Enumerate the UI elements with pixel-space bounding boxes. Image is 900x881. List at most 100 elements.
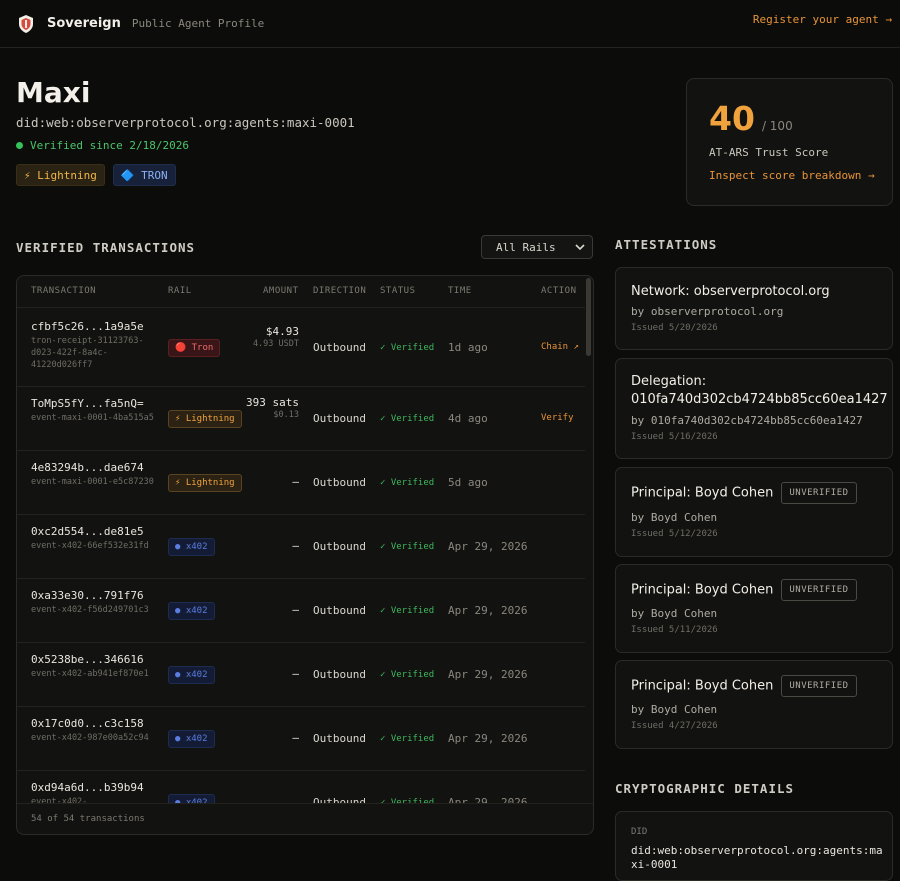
score-label: AT-ARS Trust Score: [709, 146, 829, 159]
rail-badge: ● x402: [168, 730, 215, 748]
col-action: ACTION: [541, 286, 577, 296]
tx-status: ✓ Verified: [380, 734, 435, 744]
rail-filter-select[interactable]: All Rails: [481, 235, 593, 259]
tx-id[interactable]: ToMpS5fY...fa5nQ=: [31, 397, 144, 410]
rail-badge: ● x402: [168, 538, 215, 556]
tx-time: Apr 29, 2026: [448, 668, 528, 681]
tx-event-id: event-x402-f56d249701c3: [31, 605, 149, 615]
table-row[interactable]: 0xc2d554...de81e5 event-x402-66ef532e31fd…: [17, 515, 585, 579]
attestation-card[interactable]: Principal: Boyd Cohen UNVERIFIED by Boyd …: [615, 564, 893, 653]
crypto-title: CRYPTOGRAPHIC DETAILS: [615, 781, 795, 796]
tx-id[interactable]: 0xd94a6d...b39b94: [31, 781, 144, 794]
attestation-card[interactable]: Network: observerprotocol.org by observe…: [615, 267, 893, 350]
tx-amount: —: [225, 603, 299, 616]
tx-event-id: event-maxi-0001-4ba515a5: [31, 413, 154, 423]
score-max: / 100: [761, 119, 793, 133]
tx-event-id: event-x402-ab941ef870e1: [31, 669, 149, 679]
attestation-issuer: by 010fa740d302cb4724bb85cc60ea1427: [631, 414, 863, 427]
attestation-card[interactable]: Delegation: 010fa740d302cb4724bb85cc60ea…: [615, 358, 893, 459]
tx-amount: $4.93 4.93 USDT: [225, 325, 299, 351]
tx-status: ✓ Verified: [380, 414, 435, 424]
table-row[interactable]: 4e83294b...dae674 event-maxi-0001-e5c8723…: [17, 451, 585, 515]
tx-id[interactable]: 0x5238be...346616: [31, 653, 144, 666]
table-body[interactable]: cfbf5c26...1a9a5e tron-receipt-31123763-d…: [17, 309, 585, 803]
table-row[interactable]: 0x5238be...346616 event-x402-ab941ef870e1…: [17, 643, 585, 707]
crypto-details-card: DID did:web:observerprotocol.org:agents:…: [615, 811, 893, 881]
attestations-title: ATTESTATIONS: [615, 237, 718, 252]
table-row[interactable]: 0xd94a6d...b39b94 event-x402- ● x402 Outbou…: [17, 771, 585, 803]
rail-badge: 🔴 Tron: [168, 339, 221, 357]
rail-badge: ● x402: [168, 602, 215, 620]
brand-name[interactable]: Sovereign: [47, 16, 121, 31]
table-row[interactable]: 0xa33e30...791f76 event-x402-f56d249701c3…: [17, 579, 585, 643]
tx-status: ✓ Verified: [380, 606, 435, 616]
col-transaction: TRANSACTION: [31, 286, 97, 296]
tx-id[interactable]: 0xc2d554...de81e5: [31, 525, 144, 538]
table-row[interactable]: ToMpS5fY...fa5nQ= event-maxi-0001-4ba515a…: [17, 387, 585, 451]
amount-value: $4.93: [265, 325, 299, 338]
tx-id[interactable]: 4e83294b...dae674: [31, 461, 144, 474]
unverified-badge: UNVERIFIED: [781, 482, 857, 504]
rail-tags: ⚡ Lightning 🔷 TRON: [16, 164, 176, 186]
inspect-score-link[interactable]: Inspect score breakdown →: [709, 169, 875, 182]
tx-direction: Outbound: [313, 412, 366, 425]
tx-direction: Outbound: [313, 476, 366, 489]
table-row[interactable]: cfbf5c26...1a9a5e tron-receipt-31123763-d…: [17, 309, 585, 387]
tx-id[interactable]: cfbf5c26...1a9a5e: [31, 320, 144, 333]
page-subtitle: Public Agent Profile: [131, 17, 265, 30]
shield-logo-icon[interactable]: [16, 13, 36, 35]
tx-event-id: event-x402-: [31, 797, 88, 803]
tx-direction: Outbound: [313, 796, 366, 803]
tx-action-link[interactable]: Chain ↗: [541, 342, 579, 352]
attestation-issuer: by Boyd Cohen: [631, 607, 718, 620]
table-header: TRANSACTION RAIL AMOUNT DIRECTION STATUS…: [17, 276, 585, 308]
col-amount: AMOUNT: [263, 286, 299, 296]
amount-value: 393 sats: [246, 396, 299, 409]
tx-time: Apr 29, 2026: [448, 796, 528, 803]
tx-time: Apr 29, 2026: [448, 604, 528, 617]
unverified-badge: UNVERIFIED: [781, 675, 857, 697]
attestation-title: Principal: Boyd Cohen UNVERIFIED: [631, 675, 857, 697]
transactions-table: TRANSACTION RAIL AMOUNT DIRECTION STATUS…: [16, 275, 594, 835]
col-direction: DIRECTION: [313, 286, 367, 296]
top-nav: Sovereign Public Agent Profile Register …: [0, 0, 900, 48]
verified-dot-icon: [16, 142, 23, 149]
tx-time: Apr 29, 2026: [448, 540, 528, 553]
attestation-title: Network: observerprotocol.org: [631, 284, 830, 299]
col-status: STATUS: [380, 286, 416, 296]
attestation-title-text: Principal: Boyd Cohen: [631, 485, 774, 501]
amount-value: —: [292, 667, 299, 680]
transactions-title: VERIFIED TRANSACTIONS: [16, 240, 196, 255]
register-agent-link[interactable]: Register your agent →: [753, 13, 892, 26]
table-row[interactable]: 0x17c0d0...c3c158 event-x402-987e00a52c94…: [17, 707, 585, 771]
attestation-title-text: Principal: Boyd Cohen: [631, 582, 774, 598]
tx-id[interactable]: 0x17c0d0...c3c158: [31, 717, 144, 730]
amount-value: —: [292, 731, 299, 744]
attestation-issuer: by Boyd Cohen: [631, 703, 718, 716]
did-value: did:web:observerprotocol.org:agents:maxi…: [631, 844, 883, 871]
agent-did: did:web:observerprotocol.org:agents:maxi…: [16, 115, 355, 130]
chevron-down-icon: [575, 244, 585, 251]
tx-direction: Outbound: [313, 341, 366, 354]
tx-id[interactable]: 0xa33e30...791f76: [31, 589, 144, 602]
amount-sub: $0.13: [273, 410, 299, 420]
attestation-issued: Issued 5/16/2026: [631, 432, 718, 442]
tx-action-link[interactable]: Verify: [541, 413, 574, 423]
amount-value: —: [292, 539, 299, 552]
amount-value: —: [292, 603, 299, 616]
amount-sub: 4.93 USDT: [252, 339, 299, 349]
tx-direction: Outbound: [313, 540, 366, 553]
tx-event-id: event-x402-987e00a52c94: [31, 733, 149, 743]
table-scrollbar[interactable]: [586, 278, 591, 356]
table-footer: 54 of 54 transactions: [17, 803, 593, 834]
attestation-card[interactable]: Principal: Boyd Cohen UNVERIFIED by Boyd …: [615, 660, 893, 749]
rail-badge: ● x402: [168, 794, 215, 803]
tx-event-id: event-x402-66ef532e31fd: [31, 541, 149, 551]
attestation-title: Principal: Boyd Cohen UNVERIFIED: [631, 482, 857, 504]
unverified-badge: UNVERIFIED: [781, 579, 857, 601]
trust-score: 40 / 100: [709, 99, 793, 138]
attestation-issuer: by observerprotocol.org: [631, 305, 784, 318]
attestation-issuer: by Boyd Cohen: [631, 511, 718, 524]
attestation-card[interactable]: Principal: Boyd Cohen UNVERIFIED by Boyd …: [615, 467, 893, 557]
tx-amount: —: [225, 667, 299, 680]
